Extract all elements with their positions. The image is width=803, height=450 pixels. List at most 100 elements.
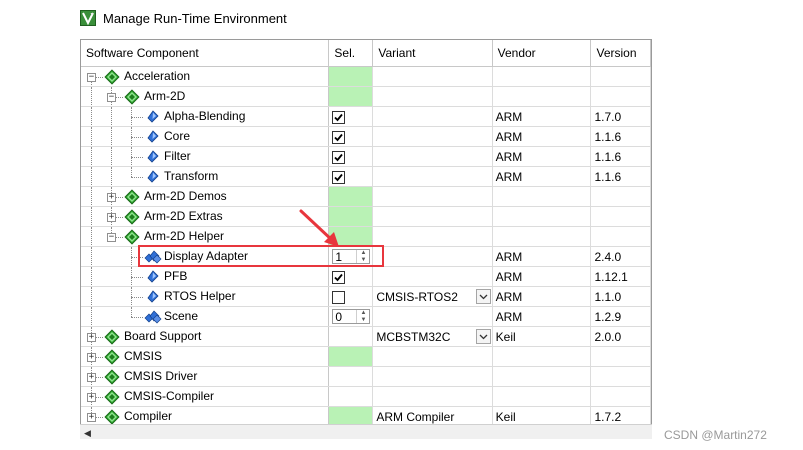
variant-cell[interactable]: MCBSTM32C [372, 326, 493, 347]
component-cell: − Arm-2D Helper [81, 226, 330, 247]
variant-cell [372, 246, 493, 267]
variant-cell[interactable]: CMSIS-RTOS2 [372, 286, 493, 307]
sel-cell [328, 186, 374, 207]
expand-icon[interactable]: + [87, 333, 96, 342]
green-gem-icon [104, 389, 120, 405]
table-row[interactable]: Core ARM 1.1.6 [81, 126, 651, 147]
table-row[interactable]: + Arm-2D Extras [81, 206, 651, 227]
table-row[interactable]: Transform ARM 1.1.6 [81, 166, 651, 187]
expand-icon[interactable]: + [87, 353, 96, 362]
tree-node[interactable]: + Board Support [81, 327, 328, 346]
table-row[interactable]: − Arm-2D Helper [81, 226, 651, 247]
tree-node[interactable]: + CMSIS Driver [81, 367, 328, 386]
col-vendor[interactable]: Vendor [492, 40, 592, 67]
tree-node[interactable]: + Arm-2D Demos [81, 187, 328, 206]
expand-icon[interactable]: + [87, 373, 96, 382]
table-row[interactable]: PFB ARM 1.12.1 [81, 266, 651, 287]
variant-cell [372, 266, 493, 287]
tree-node[interactable]: + CMSIS-Compiler [81, 387, 328, 406]
table-row[interactable]: Scene 0 ▲ ▼ ARM 1.2.9 [81, 306, 651, 327]
table-row[interactable]: + CMSIS Driver [81, 366, 651, 387]
table-row[interactable]: RTOS Helper CMSIS-RTOS2 ARM 1.1.0 [81, 286, 651, 307]
sel-cell [328, 326, 374, 347]
checkbox-checked[interactable] [332, 170, 346, 184]
tree-node[interactable]: Alpha-Blending [81, 107, 328, 126]
window-title: Manage Run-Time Environment [103, 10, 287, 26]
tree-node[interactable]: Filter [81, 147, 328, 166]
tree-node[interactable]: Scene [81, 307, 328, 326]
spinner-buttons[interactable]: ▲ ▼ [356, 310, 369, 323]
col-software-component[interactable]: Software Component [81, 40, 330, 67]
variant-cell [372, 346, 493, 367]
checkbox-checked[interactable] [332, 270, 346, 284]
tree-guide-line [91, 267, 92, 286]
tree-node[interactable]: − Arm-2D [81, 87, 328, 106]
collapse-icon[interactable]: − [87, 73, 96, 82]
instance-count-spinner[interactable]: 1 ▲ ▼ [332, 249, 371, 264]
table-row[interactable]: + CMSIS-Compiler [81, 386, 651, 407]
component-label-compiler: Compiler [124, 409, 173, 423]
sel-cell [328, 86, 374, 107]
sel-cell [328, 286, 374, 307]
version-cell [590, 386, 651, 407]
tree-node[interactable]: RTOS Helper [81, 287, 328, 306]
col-version[interactable]: Version [590, 40, 651, 67]
spinner-box[interactable]: 0 ▲ ▼ [332, 309, 371, 324]
checkbox-checked[interactable] [332, 110, 346, 124]
checkbox-checked[interactable] [332, 150, 346, 164]
collapse-icon[interactable]: − [107, 233, 116, 242]
tree-guide-line [131, 257, 143, 258]
component-label-cmsis: CMSIS [124, 349, 163, 363]
tree-guide-line [131, 297, 143, 298]
component-cell: + CMSIS [81, 346, 330, 367]
version-value: 1.12.1 [594, 269, 628, 284]
expand-icon[interactable]: + [87, 393, 96, 402]
collapse-icon[interactable]: − [107, 93, 116, 102]
table-row[interactable]: Alpha-Blending ARM 1.7.0 [81, 106, 651, 127]
col-variant[interactable]: Variant [372, 40, 493, 67]
expand-icon[interactable]: + [107, 213, 116, 222]
checkbox-unchecked[interactable] [332, 290, 346, 304]
horizontal-scrollbar[interactable]: ◀ [80, 424, 652, 439]
spinner-box[interactable]: 1 ▲ ▼ [332, 249, 371, 264]
vendor-cell: ARM [492, 126, 592, 147]
variant-cell [372, 166, 493, 187]
spinner-buttons[interactable]: ▲ ▼ [356, 250, 369, 263]
spin-down-icon[interactable]: ▼ [357, 317, 369, 324]
table-row[interactable]: + Board Support MCBSTM32C Keil 2.0.0 [81, 326, 651, 347]
table-row[interactable]: + Arm-2D Demos [81, 186, 651, 207]
tree-node[interactable]: Transform [81, 167, 328, 186]
vendor-cell [492, 206, 592, 227]
chevron-down-icon[interactable] [475, 329, 491, 344]
table-row[interactable]: + CMSIS [81, 346, 651, 367]
table-row[interactable]: − Arm-2D [81, 86, 651, 107]
variant-dropdown[interactable]: CMSIS-RTOS2 [373, 287, 491, 306]
table-row[interactable]: − Acceleration [81, 66, 651, 87]
spin-down-icon[interactable]: ▼ [357, 257, 369, 264]
instance-count-spinner[interactable]: 0 ▲ ▼ [332, 309, 371, 324]
chevron-down-icon[interactable] [475, 289, 491, 304]
vendor-cell [492, 386, 592, 407]
variant-dropdown[interactable]: MCBSTM32C [373, 327, 491, 346]
table-row[interactable]: Filter ARM 1.1.6 [81, 146, 651, 167]
col-sel[interactable]: Sel. [328, 40, 374, 67]
component-cell: − Arm-2D [81, 86, 330, 107]
tree-node[interactable]: + Arm-2D Extras [81, 207, 328, 226]
sel-cell [328, 386, 374, 407]
tree-node[interactable]: Core [81, 127, 328, 146]
tree-node[interactable]: − Arm-2D Helper [81, 227, 328, 246]
version-cell [590, 226, 651, 247]
tree-node[interactable]: − Acceleration [81, 67, 328, 86]
table-row[interactable]: Display Adapter 1 ▲ ▼ ARM 2.4.0 [81, 246, 651, 267]
expand-icon[interactable]: + [87, 413, 96, 422]
component-label-arm-2d: Arm-2D [144, 89, 186, 103]
version-value: 1.1.6 [594, 149, 622, 164]
vendor-cell: ARM [492, 166, 592, 187]
component-icon [144, 269, 160, 285]
tree-node[interactable]: + CMSIS [81, 347, 328, 366]
tree-node[interactable]: Display Adapter [81, 247, 328, 266]
checkbox-checked[interactable] [332, 130, 346, 144]
expand-icon[interactable]: + [107, 193, 116, 202]
scroll-left-icon[interactable]: ◀ [84, 428, 91, 439]
tree-node[interactable]: PFB [81, 267, 328, 286]
